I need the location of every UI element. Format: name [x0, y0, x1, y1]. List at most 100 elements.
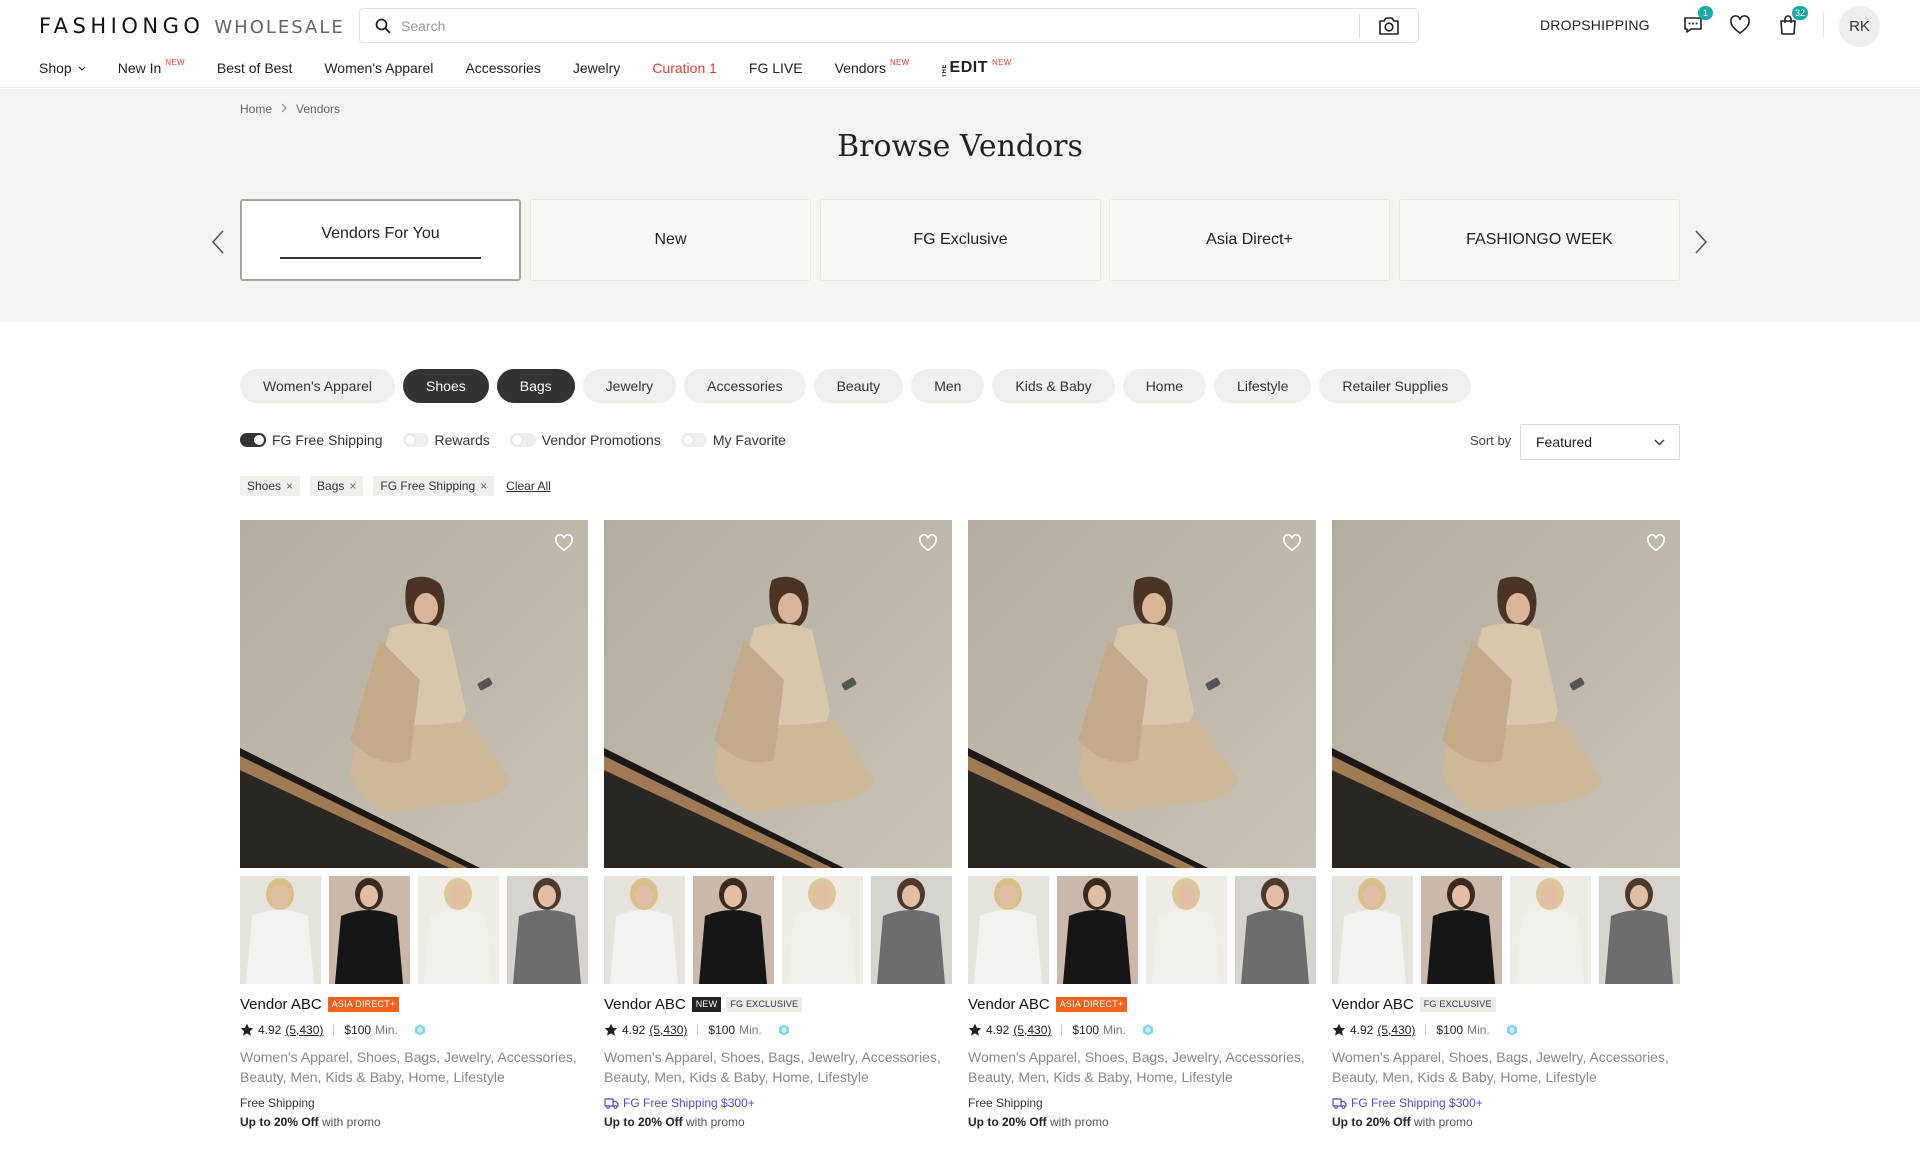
tab-fashiongo-week[interactable]: FASHIONGO WEEK: [1399, 199, 1680, 281]
minimum-order-label: Min.: [375, 1023, 398, 1037]
nav-item-jewelry[interactable]: Jewelry: [573, 60, 620, 76]
category-chip-bags[interactable]: Bags: [496, 369, 575, 403]
remove-filter-icon[interactable]: ×: [349, 479, 356, 493]
nav-item-label: Vendors: [834, 60, 886, 76]
vendor-card[interactable]: Vendor ABC FG EXCLUSIVE 4.92 (5,430) $100 Min…: [1332, 520, 1680, 1129]
category-chip-retailer-supplies[interactable]: Retailer Supplies: [1319, 369, 1472, 403]
breadcrumb-home[interactable]: Home: [240, 102, 272, 116]
review-count-link[interactable]: (5,430): [649, 1023, 687, 1037]
category-chip-kids-baby[interactable]: Kids & Baby: [992, 369, 1115, 403]
favorite-heart-icon[interactable]: [1646, 534, 1666, 554]
tab-new[interactable]: New: [530, 199, 811, 281]
nav-item-fg-live[interactable]: FG LIVE: [749, 60, 803, 76]
vendor-name[interactable]: Vendor ABC: [1332, 996, 1414, 1013]
category-chip-home[interactable]: Home: [1122, 369, 1207, 403]
nav-item-curation-1[interactable]: Curation 1: [652, 60, 717, 76]
tabs-next-button[interactable]: [1690, 222, 1712, 262]
logo-sub: WHOLESALE: [214, 17, 345, 38]
nav-item-new-in[interactable]: New In NEW: [118, 58, 185, 77]
favorite-heart-icon[interactable]: [1282, 534, 1302, 554]
chevron-right-icon: [281, 102, 287, 116]
toggle-rewards[interactable]: Rewards: [402, 432, 490, 448]
toggle-switch[interactable]: [240, 433, 266, 447]
vendor-thumbnail[interactable]: [1421, 876, 1502, 984]
toggle-switch[interactable]: [402, 433, 429, 447]
toggle-switch[interactable]: [680, 433, 707, 447]
vendor-main-image[interactable]: [604, 520, 952, 868]
vendor-name[interactable]: Vendor ABC: [604, 996, 686, 1013]
vendor-thumbnail[interactable]: [604, 876, 685, 984]
nav-item-the-edit[interactable]: THE EDIT NEW: [942, 57, 1012, 78]
vendor-thumbnail[interactable]: [693, 876, 774, 984]
tab-fg-exclusive[interactable]: FG Exclusive: [820, 199, 1101, 281]
applied-filter: Shoes ×: [240, 476, 301, 496]
vendor-thumbnail[interactable]: [1057, 876, 1138, 984]
messages-button[interactable]: 1: [1681, 6, 1713, 37]
review-count-link[interactable]: (5,430): [285, 1023, 323, 1037]
vendor-title-row: Vendor ABC NEW FG EXCLUSIVE: [604, 995, 952, 1013]
tabs-prev-button[interactable]: [207, 222, 229, 262]
category-chip-beauty[interactable]: Beauty: [813, 369, 904, 403]
category-chip-jewelry[interactable]: Jewelry: [582, 369, 677, 403]
image-search-button[interactable]: [1360, 9, 1418, 42]
vendor-thumbnail[interactable]: [1510, 876, 1591, 984]
vendor-thumbnail[interactable]: [1146, 876, 1227, 984]
vendor-thumbnail[interactable]: [782, 876, 863, 984]
vendor-thumbnail[interactable]: [871, 876, 952, 984]
nav-item-vendors[interactable]: Vendors NEW: [834, 58, 910, 77]
toggle-vendor-promotions[interactable]: Vendor Promotions: [509, 432, 661, 448]
vendor-name[interactable]: Vendor ABC: [968, 996, 1050, 1013]
vendor-thumbnail[interactable]: [1332, 876, 1413, 984]
nav-new-badge: NEW: [992, 57, 1012, 67]
vendor-name[interactable]: Vendor ABC: [240, 996, 322, 1013]
applied-filter: Bags ×: [310, 476, 364, 496]
vendor-thumbnail[interactable]: [1235, 876, 1316, 984]
favorite-heart-icon[interactable]: [918, 534, 938, 554]
toggle-switch[interactable]: [509, 433, 536, 447]
remove-filter-icon[interactable]: ×: [480, 479, 487, 493]
vendor-main-image[interactable]: [968, 520, 1316, 868]
site-logo[interactable]: FASHIONGO WHOLESALE: [39, 14, 345, 38]
vendor-thumbnails: [968, 876, 1316, 984]
minimum-order-value: $100: [708, 1023, 736, 1037]
review-count-link[interactable]: (5,430): [1377, 1023, 1415, 1037]
vendor-thumbnail[interactable]: [240, 876, 321, 984]
vendor-main-image[interactable]: [1332, 520, 1680, 868]
toggle-fg-free-shipping[interactable]: FG Free Shipping: [240, 432, 383, 448]
remove-filter-icon[interactable]: ×: [286, 479, 293, 493]
vendor-rating-row: 4.92 (5,430) $100 Min.: [604, 1022, 952, 1038]
category-chip-shoes[interactable]: Shoes: [403, 369, 489, 403]
favorite-heart-icon[interactable]: [554, 534, 574, 554]
vendor-thumbnail[interactable]: [329, 876, 410, 984]
category-chip-lifestyle[interactable]: Lifestyle: [1214, 369, 1312, 403]
review-count-link[interactable]: (5,430): [1013, 1023, 1051, 1037]
toggle-my-favorite[interactable]: My Favorite: [680, 432, 786, 448]
category-chip-men[interactable]: Men: [911, 369, 985, 403]
clear-all-link[interactable]: Clear All: [506, 479, 551, 493]
user-avatar[interactable]: RK: [1839, 6, 1880, 47]
vendor-thumbnail[interactable]: [507, 876, 588, 984]
tab-label: FG Exclusive: [913, 231, 1008, 248]
cart-button[interactable]: 32: [1776, 6, 1808, 37]
star-icon: [604, 1023, 618, 1037]
vendor-thumbnail[interactable]: [968, 876, 1049, 984]
vendor-card[interactable]: Vendor ABC ASIA DIRECT+ 4.92 (5,430) $100 Min…: [968, 520, 1316, 1129]
sort-select[interactable]: Featured: [1520, 424, 1680, 460]
vendor-thumbnail[interactable]: [418, 876, 499, 984]
nav-item-accessories[interactable]: Accessories: [465, 60, 540, 76]
vendor-main-image[interactable]: [240, 520, 588, 868]
wishlist-button[interactable]: [1728, 13, 1752, 37]
nav-item-shop[interactable]: Shop: [39, 60, 86, 76]
vendor-card[interactable]: Vendor ABC ASIA DIRECT+ 4.92 (5,430) $100 Min…: [240, 520, 588, 1129]
tab-asia-direct[interactable]: Asia Direct+: [1109, 199, 1390, 281]
search-input[interactable]: [401, 10, 1359, 41]
tab-vendors-for-you[interactable]: Vendors For You: [240, 199, 521, 281]
nav-item-women-s-apparel[interactable]: Women's Apparel: [324, 60, 433, 76]
nav-item-best-of-best[interactable]: Best of Best: [217, 60, 292, 76]
filter-toggles: FG Free Shipping Rewards Vendor Promotions…: [240, 432, 806, 448]
category-chip-accessories[interactable]: Accessories: [684, 369, 806, 403]
vendor-card[interactable]: Vendor ABC NEW FG EXCLUSIVE 4.92 (5,430) $100…: [604, 520, 952, 1129]
dropshipping-link[interactable]: DROPSHIPPING: [1540, 17, 1650, 33]
vendor-thumbnail[interactable]: [1599, 876, 1680, 984]
category-chip-women-s-apparel[interactable]: Women's Apparel: [240, 369, 396, 403]
